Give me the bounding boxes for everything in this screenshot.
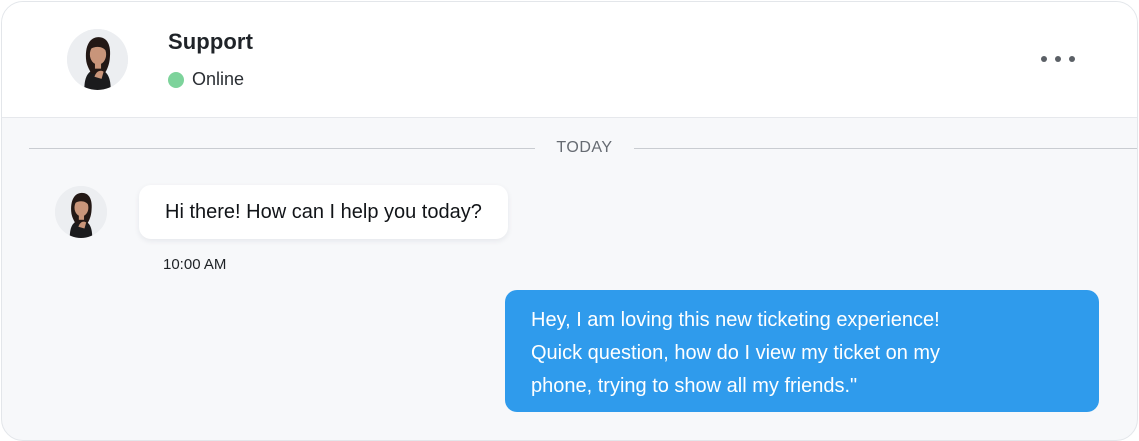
support-agent-avatar-icon [67, 29, 128, 90]
more-dot-icon [1055, 56, 1061, 62]
chat-header: Support Online [2, 2, 1137, 118]
message-avatar [55, 186, 107, 238]
chat-window: Support Online TODAY Hi there! How can I… [1, 1, 1138, 441]
date-divider-right-line [634, 148, 1137, 149]
date-divider-left-line [29, 148, 535, 149]
status-row: Online [168, 69, 244, 90]
outgoing-message-bubble[interactable]: Hey, I am loving this new ticketing expe… [505, 290, 1099, 412]
date-divider-label: TODAY [556, 139, 613, 156]
more-dot-icon [1069, 56, 1075, 62]
more-dot-icon [1041, 56, 1047, 62]
contact-name: Support [168, 29, 254, 54]
incoming-message-bubble[interactable]: Hi there! How can I help you today? [139, 185, 508, 239]
message-timestamp: 10:00 AM [163, 256, 227, 273]
online-status-dot [168, 71, 184, 88]
more-options-button[interactable] [1038, 48, 1078, 70]
avatar[interactable] [67, 29, 128, 90]
support-agent-avatar-icon [55, 186, 107, 238]
status-text: Online [192, 69, 245, 89]
